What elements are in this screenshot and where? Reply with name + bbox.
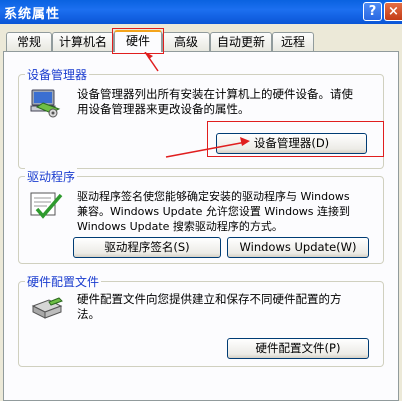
window-title: 系统属性: [4, 7, 61, 22]
drivers-title: 驱动程序: [25, 168, 78, 185]
tab-advanced[interactable]: 高级: [162, 32, 210, 51]
hardware-profiles-title: 硬件配置文件: [25, 273, 102, 290]
drivers-description-line1: 驱动程序签名使您能够确定安装的驱动程序与 Windows: [77, 190, 350, 203]
drivers-description-line2: 兼容。Windows Update 允许您设置 Windows 连接到: [77, 205, 351, 218]
tab-hardware[interactable]: 硬件: [114, 30, 162, 52]
hardware-profiles-button[interactable]: 硬件配置文件(P): [227, 338, 369, 359]
drivers-group: 驱动程序 驱动程序签名使您能够确定安装的驱动程序与 Windows 兼容。Win…: [18, 168, 384, 264]
hardware-profiles-description-line2: 法。: [77, 307, 100, 321]
tab-general[interactable]: 常规: [6, 32, 52, 51]
device-manager-icon: [30, 89, 61, 118]
hardware-profiles-group: 硬件配置文件 硬件配置文件向您提供建立和保存不同硬件配置的方 法。 硬件配置文件…: [18, 273, 384, 367]
drivers-description-line3: Windows Update 搜索驱动程序的方式。: [77, 220, 283, 233]
device-manager-description-line1: 设备管理器列出所有安装在计算机上的硬件设备。请使: [77, 87, 353, 101]
driver-signing-icon: [30, 192, 63, 219]
windows-update-button[interactable]: Windows Update(W): [227, 237, 369, 258]
tab-computer-name[interactable]: 计算机名: [52, 32, 114, 51]
device-manager-button[interactable]: 设备管理器(D): [216, 133, 367, 154]
tab-automatic-updates[interactable]: 自动更新: [210, 32, 272, 51]
tab-strip: 常规 计算机名 硬件 高级 自动更新 远程: [0, 30, 402, 52]
device-manager-description-line2: 用设备管理器来更改设备的属性。: [77, 102, 250, 116]
driver-signing-button[interactable]: 驱动程序签名(S): [73, 237, 221, 258]
hardware-profiles-icon: [31, 297, 63, 319]
device-manager-group: 设备管理器 设备管理器列出所有安装在计算机上的硬件设备。请使 用设备管理器来更改…: [18, 66, 384, 169]
help-button[interactable]: ?: [363, 2, 382, 21]
title-bar: 系统属性 ? ×: [0, 0, 402, 24]
close-button[interactable]: ×: [384, 2, 402, 21]
device-manager-title: 设备管理器: [25, 66, 90, 83]
tab-remote[interactable]: 远程: [272, 32, 314, 51]
hardware-panel: 设备管理器 设备管理器列出所有安装在计算机上的硬件设备。请使 用设备管理器来更改…: [3, 51, 399, 401]
hardware-profiles-description-line1: 硬件配置文件向您提供建立和保存不同硬件配置的方: [77, 292, 342, 306]
